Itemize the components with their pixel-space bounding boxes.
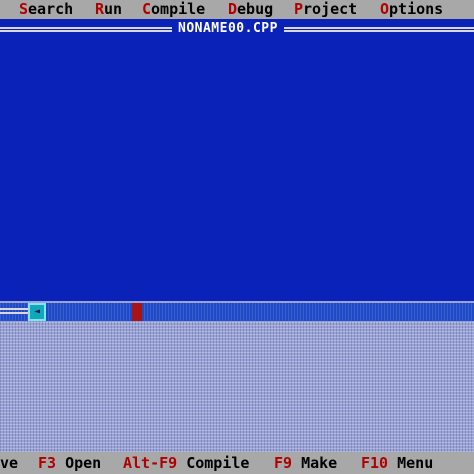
menu-hotkey: O — [380, 0, 390, 18]
menu-hotkey: R — [95, 0, 105, 18]
status-key: F10 — [361, 454, 389, 472]
scroll-left-arrow-icon[interactable]: ◄ — [28, 303, 46, 321]
status-f3-open[interactable]: F3 Open — [38, 452, 101, 474]
menu-label: ptions — [389, 0, 444, 18]
menu-debug[interactable]: Debug — [228, 0, 273, 19]
desktop-background — [0, 321, 474, 452]
menu-label: un — [104, 0, 123, 18]
status-partial-text: ve — [0, 454, 19, 472]
menu-run[interactable]: Run — [95, 0, 122, 19]
horizontal-scrollbar[interactable] — [0, 303, 474, 321]
status-desc: Menu — [397, 454, 434, 472]
menu-hotkey: P — [294, 0, 304, 18]
editor-title: NONAME00.CPP — [172, 19, 284, 38]
status-bar: ve F3 Open Alt-F9 Compile F9 Make F10 Me… — [0, 452, 474, 474]
status-altf9-compile[interactable]: Alt-F9 Compile — [123, 452, 249, 474]
menu-label: ompile — [151, 0, 206, 18]
menu-options[interactable]: Options — [380, 0, 443, 19]
status-f9-make[interactable]: F9 Make — [274, 452, 337, 474]
window-frame-bottom — [0, 308, 28, 314]
status-desc: Open — [65, 454, 102, 472]
status-key: F3 — [38, 454, 57, 472]
menu-label: earch — [28, 0, 74, 18]
scroll-thumb[interactable] — [132, 303, 142, 322]
status-desc: Compile — [186, 454, 250, 472]
editor-window[interactable]: NONAME00.CPP — [0, 19, 474, 301]
status-key: Alt-F9 — [123, 454, 178, 472]
menu-label: roject — [303, 0, 358, 18]
menu-label: ebug — [237, 0, 274, 18]
menu-hotkey: D — [228, 0, 238, 18]
menu-bar: Search Run Compile Debug Project Options — [0, 0, 474, 19]
status-desc: Make — [301, 454, 338, 472]
status-key: F9 — [274, 454, 293, 472]
menu-compile[interactable]: Compile — [142, 0, 205, 19]
menu-search[interactable]: Search — [19, 0, 73, 19]
menu-project[interactable]: Project — [294, 0, 357, 19]
status-f10-menu[interactable]: F10 Menu — [361, 452, 433, 474]
menu-hotkey: S — [19, 0, 29, 18]
menu-hotkey: C — [142, 0, 152, 18]
